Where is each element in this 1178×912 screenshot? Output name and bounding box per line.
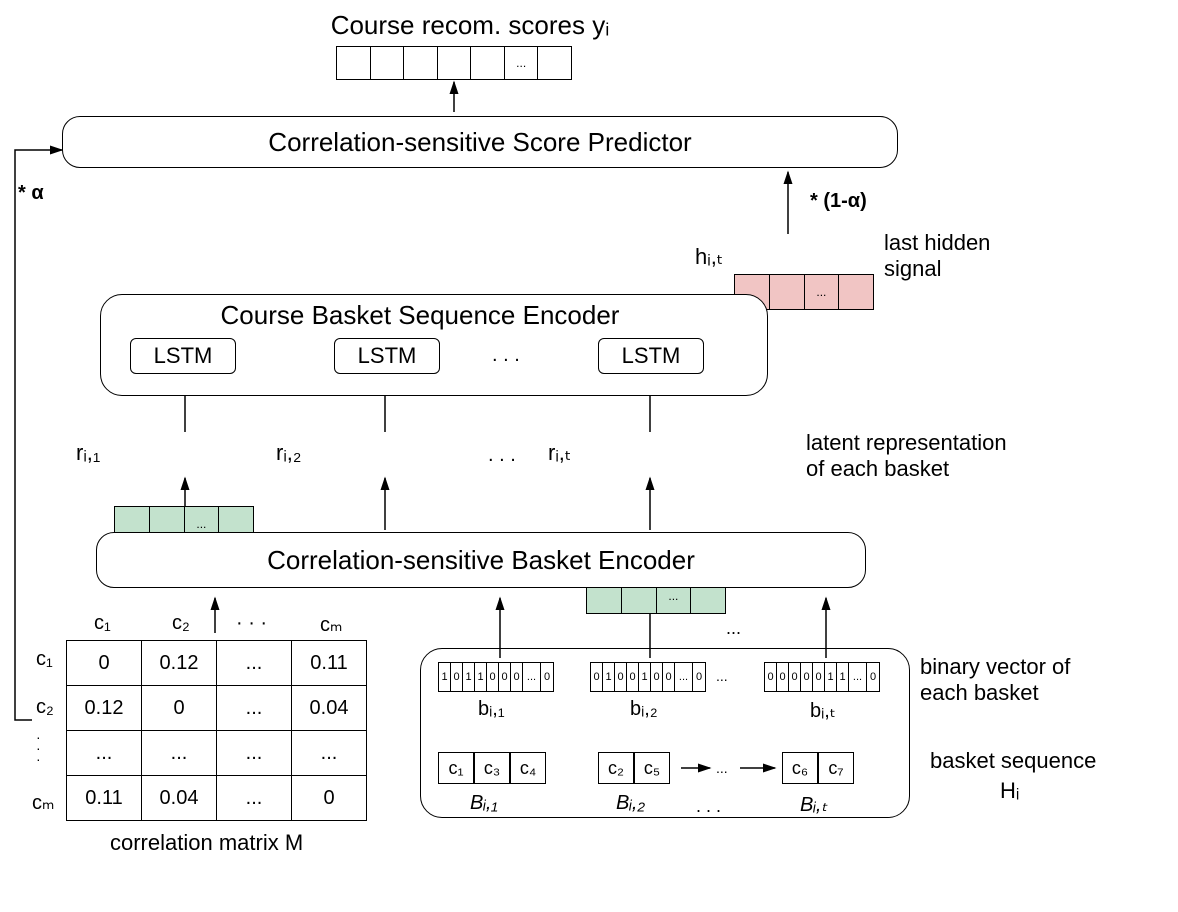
lstm-2: LSTM [334,338,440,374]
r-dots: . . . [488,444,516,467]
corr-caption: correlation matrix M [110,830,303,856]
basket-side-label1: basket sequence [930,748,1130,774]
hidden-label: hᵢ,ₜ [695,244,723,270]
sequence-encoder-title: Course Basket Sequence Encoder [130,300,710,331]
lstm-1: LSTM [130,338,236,374]
basket-3: c₆ c₇ [782,752,854,784]
output-vector: ... [336,46,572,80]
corr-header-c2: c₂ [172,612,190,635]
latent-side-label: latent representation of each basket [806,430,1026,483]
hidden-side-label: last hidden signal [884,230,1024,283]
bvec-3: 0000011...0 [764,662,880,692]
corr-left-vdots: · · · [36,732,41,766]
output-title: Course recom. scores yᵢ [280,10,660,41]
bvec-2: 0100100...0 [590,662,706,692]
lstm-dots: . . . [492,344,520,367]
b2-label: bᵢ,₂ [630,698,658,721]
corr-left-c1: c₁ [36,648,53,671]
corr-header-c1: c₁ [94,612,111,635]
b1-label: bᵢ,₁ [478,698,505,721]
Bi2-label: Bᵢ,₂ [616,792,645,815]
one-minus-alpha-label: * (1-α) [810,190,867,213]
score-predictor: Correlation-sensitive Score Predictor [62,116,898,168]
basket-side-label2: Hᵢ [1000,778,1060,804]
top-arrows-dots: ... [726,618,741,639]
corr-header-dots: · · · [236,612,267,635]
basket-dots: ... [716,760,728,776]
bvec-dots: ... [716,668,728,684]
Bi1-label: Bᵢ,₁ [470,792,498,815]
bvec-1: 1011000...0 [438,662,554,692]
bt-label: bᵢ,ₜ [810,698,836,723]
alpha-label: * α [18,182,44,205]
lstm-3: LSTM [598,338,704,374]
basket-2: c₂ c₅ [598,752,670,784]
rt-label: rᵢ,ₜ [548,440,571,466]
basket-encoder: Correlation-sensitive Basket Encoder [96,532,866,588]
corr-left-cm: cₘ [32,790,54,815]
corr-header-cm: cₘ [320,612,342,637]
B-dots: . . . [696,796,721,817]
Bit-label: Bᵢ,ₜ [800,792,827,817]
r1-label: rᵢ,₁ [76,440,100,466]
basket-1: c₁ c₃ c₄ [438,752,546,784]
r2-label: rᵢ,₂ [276,440,301,466]
corr-left-c2: c₂ [36,696,54,719]
correlation-matrix: 00.12...0.11 0.120...0.04 ............ 0… [66,640,367,821]
binary-side-label: binary vector of each basket [920,654,1110,707]
